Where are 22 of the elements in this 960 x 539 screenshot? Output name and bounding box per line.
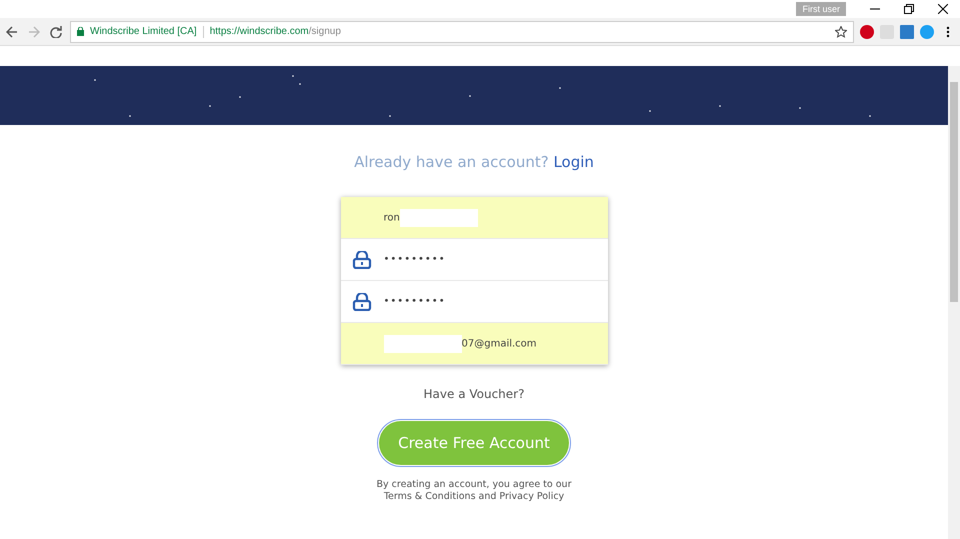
terms-text: By creating an account, you agree to our Terms & Conditions and Privacy Policy [376, 479, 572, 504]
site-identity: Windscribe Limited [CA] [90, 26, 197, 37]
back-icon[interactable] [4, 24, 20, 40]
lock-icon [352, 292, 372, 310]
input-field[interactable]: 07@gmail.com [340, 323, 608, 365]
field-value: ••••••••• [384, 296, 446, 307]
field-value: ron [384, 208, 478, 226]
input-field[interactable]: ron [340, 197, 608, 239]
voucher-link[interactable]: Have a Voucher? [424, 387, 524, 401]
address-bar[interactable]: Windscribe Limited [CA] https://windscribe.com/signup [70, 20, 854, 42]
scrollbar[interactable] [948, 66, 960, 539]
login-prompt: Already have an account? Login [354, 153, 594, 171]
field-value: ••••••••• [384, 254, 446, 265]
reload-icon[interactable] [48, 24, 64, 40]
star-icon[interactable] [835, 26, 847, 38]
input-field[interactable]: ••••••••• [340, 239, 608, 281]
input-field[interactable]: ••••••••• [340, 281, 608, 323]
field-value: 07@gmail.com [384, 334, 537, 352]
lock-icon [352, 250, 372, 268]
url-text: https://windscribe.com/signup [210, 26, 341, 37]
login-link[interactable]: Login [553, 153, 594, 171]
lock-icon [77, 27, 84, 36]
